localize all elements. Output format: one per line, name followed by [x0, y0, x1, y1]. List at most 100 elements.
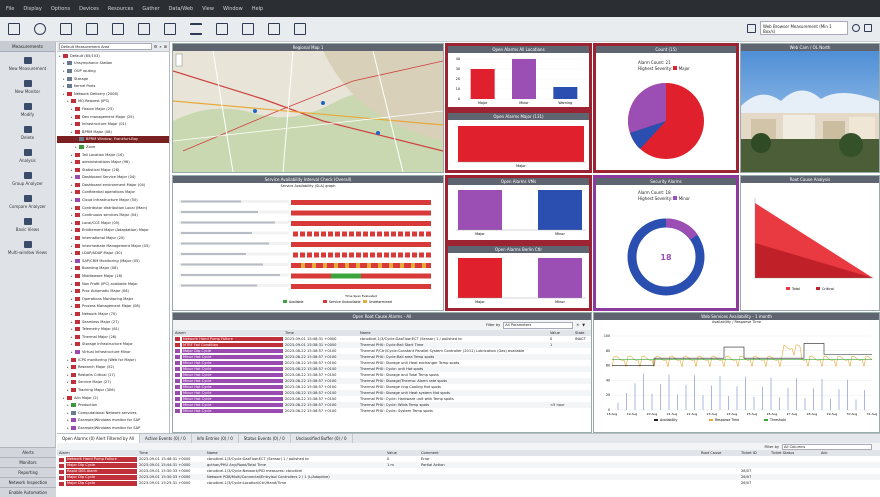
tree-item[interactable]: ▸ Network Major (70) — [57, 310, 169, 318]
nav-item[interactable]: Basic Views — [0, 213, 55, 236]
menu-item[interactable]: Resources — [108, 6, 134, 12]
tree-item[interactable]: ▸ BPRM Window, Frankfurt-Bay — [57, 135, 169, 144]
measurement-select[interactable]: Web Browser Measurement (Min 1 Box/s) — [760, 21, 848, 35]
table-row[interactable]: Minor Hot Cycle 2023-08-22 15:38:57 +0100… — [173, 408, 591, 414]
settings-icon[interactable]: ⚙ — [154, 44, 158, 49]
tree-item[interactable]: ▸ Contributor distribution Local (Main) — [57, 204, 169, 212]
nav-bottom-button[interactable]: Enable Automation — [0, 487, 56, 497]
grid-icon[interactable] — [268, 23, 280, 35]
tree-item[interactable]: ▸ Thermal Major (26) — [57, 333, 169, 341]
tree-item[interactable]: ▸ Tall Location Major (16) — [57, 151, 169, 159]
tree-item[interactable]: ▸ Dashboard Service Major (04) — [57, 174, 169, 182]
tree-item[interactable]: ▸ administrations Major (96) — [57, 158, 169, 166]
tree-item[interactable]: ▸ Computational Network services — [57, 409, 169, 417]
tree-item[interactable]: ▸ Cloud Infrastructure Major (50) — [57, 196, 169, 204]
regional-map[interactable] — [173, 51, 443, 172]
column-header[interactable]: Name — [205, 451, 385, 455]
tree-item[interactable]: ▸ Storage Infrastructure Major — [57, 341, 169, 349]
column-header[interactable]: Ack — [819, 451, 839, 455]
menu-item[interactable]: Window — [223, 6, 243, 12]
column-header[interactable]: State — [573, 331, 591, 335]
tree-item[interactable]: ▸ Dashboard environment Major (04) — [57, 181, 169, 189]
tree-item[interactable]: ▸ Infrastructure Major (01) — [57, 120, 169, 128]
tree-item[interactable]: ▸ MQ Request (IPS) — [57, 98, 169, 106]
tree-item[interactable]: ▸ Fission Major (25) — [57, 105, 169, 113]
tree-item[interactable]: ▸ Local/CCE Major (05) — [57, 219, 169, 227]
column-header[interactable]: Root Cause — [699, 451, 739, 455]
filter-icon[interactable]: ▼ — [582, 323, 585, 327]
print-icon[interactable] — [138, 23, 150, 35]
tree-item[interactable]: ▸ ICPS monitoring (Web for Major) — [57, 356, 169, 364]
settings-icon[interactable] — [60, 23, 72, 35]
bottom-tab[interactable]: Unclassified Buffer (0) / 0 — [291, 433, 353, 444]
bottom-tab[interactable]: Status Events (0) / 0 — [239, 433, 291, 444]
tree-item[interactable]: ▸ Network Delivery (2006) — [57, 90, 169, 98]
save-icon[interactable] — [8, 23, 20, 35]
tree-select[interactable]: Default Measurement Area — [59, 43, 152, 50]
column-header[interactable]: Ticket Status — [769, 451, 819, 455]
menu-item[interactable]: Devices — [79, 6, 99, 12]
bottom-tab[interactable]: Open Alarms (0) Alert Filtered by All — [57, 433, 141, 444]
menu-item[interactable]: Help — [252, 6, 263, 12]
filter-select[interactable]: All Columns — [782, 443, 872, 450]
column-header[interactable]: Name — [358, 331, 548, 335]
nav-bottom-button[interactable]: Reporting — [0, 467, 56, 477]
search-icon[interactable] — [34, 23, 46, 35]
nav-item[interactable]: Compare Analyzer — [0, 190, 55, 213]
close-icon[interactable] — [864, 24, 872, 32]
column-header[interactable]: Ticket ID — [739, 451, 769, 455]
column-header[interactable]: Alarm — [173, 331, 283, 335]
column-header[interactable]: Time — [283, 331, 358, 335]
tree-item[interactable]: ▸ Intermediate Management Major (05) — [57, 242, 169, 250]
tree-item[interactable]: ▸ Telemetry Major (61) — [57, 325, 169, 333]
nav-item[interactable]: Delete — [0, 121, 55, 144]
tree-item[interactable]: ▸Example/Windows monitor for SAP — [57, 424, 169, 432]
tree-item[interactable]: ▸ Alln Major (2) — [57, 394, 169, 402]
nav-item[interactable]: New Measurement — [0, 52, 55, 75]
nav-item[interactable]: Multi-window Views — [0, 236, 55, 259]
menu-item[interactable]: File — [6, 6, 14, 12]
tile-icon[interactable] — [216, 23, 228, 35]
export-icon[interactable] — [112, 23, 124, 35]
tree-item[interactable]: ▸ Seamless Major (27) — [57, 318, 169, 326]
menu-item[interactable]: View — [202, 6, 214, 12]
report-icon[interactable] — [242, 23, 254, 35]
column-header[interactable]: Value — [548, 331, 573, 335]
tree-item[interactable]: ▸ OUP routing — [57, 67, 169, 75]
bottom-tab[interactable]: Active Events (0) / 0 — [140, 433, 192, 444]
tree-item[interactable]: ▸ LDAP/ADAP Major (30) — [57, 249, 169, 257]
nav-item[interactable]: New Monitor — [0, 75, 55, 98]
nav-bottom-button[interactable]: Network Inspection — [0, 477, 56, 487]
display-icon[interactable] — [747, 23, 756, 33]
nav-item[interactable]: Group Analyzer — [0, 167, 55, 190]
column-header[interactable]: Comment — [419, 451, 699, 455]
nav-item[interactable]: Analysis — [0, 144, 55, 167]
tree-item[interactable]: ▸ Non Profit (IPC) available Major — [57, 280, 169, 288]
import-icon[interactable] — [164, 23, 176, 35]
menu-item[interactable]: Options — [51, 6, 70, 12]
nav-item[interactable]: Modify — [0, 98, 55, 121]
tree-item[interactable]: ▸ Statistical Major (28) — [57, 166, 169, 174]
bottom-tab[interactable]: Info Entries (0) / 0 — [192, 433, 239, 444]
share-icon[interactable] — [86, 23, 98, 35]
column-header[interactable]: Alarm — [57, 451, 137, 455]
clear-icon[interactable]: ✕ — [576, 323, 579, 327]
tree-item[interactable]: ▸ Process Management Major (08) — [57, 303, 169, 311]
column-header[interactable]: Value — [385, 451, 419, 455]
menu-item[interactable]: Display — [23, 6, 41, 12]
table-icon[interactable] — [294, 23, 306, 35]
tree-item[interactable]: ▸ Proc Automatic Major (08) — [57, 287, 169, 295]
tree-item[interactable]: ▸ Research Major (52) — [57, 363, 169, 371]
menu-item[interactable]: Data/Web — [169, 6, 194, 12]
menu-item[interactable]: Gather — [142, 6, 159, 12]
tree-item[interactable]: ▸ SAP/CRM Monitoring (Major (05) — [57, 257, 169, 265]
tree-item[interactable]: ▸ Confidential operations Major — [57, 189, 169, 197]
tree-item[interactable]: ▸ Storage — [57, 75, 169, 83]
column-header[interactable]: Time — [137, 451, 205, 455]
tree-item[interactable]: ▸Example/Windows monitor for SAP — [57, 417, 169, 425]
tree-item[interactable]: ▸ Dev management Major (25) — [57, 113, 169, 121]
nav-bottom-button[interactable]: Alerts — [0, 447, 56, 457]
tree-item[interactable]: ▸ Default (85/153) — [57, 52, 169, 60]
refresh-icon[interactable] — [852, 24, 860, 32]
tree-item[interactable]: ▸ Production — [57, 401, 169, 409]
